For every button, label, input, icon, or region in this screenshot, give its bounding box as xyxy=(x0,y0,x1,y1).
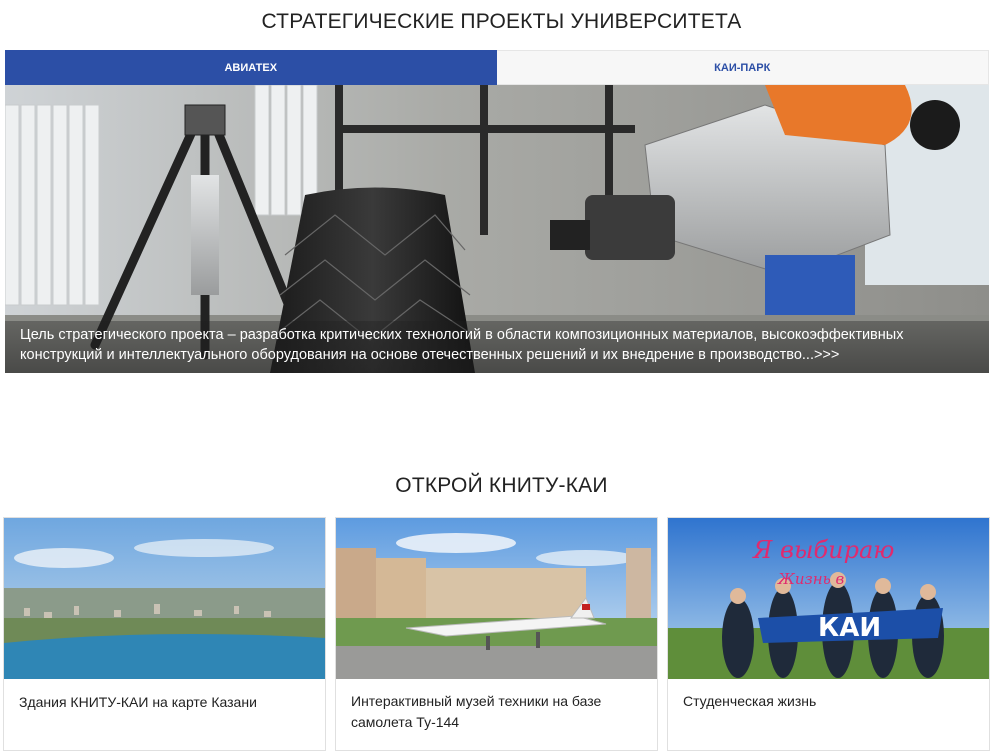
aviatech-banner[interactable]: Цель стратегического проекта – разработк… xyxy=(5,85,989,373)
kazan-aerial-image xyxy=(4,518,325,679)
banner-caption[interactable]: Цель стратегического проекта – разработк… xyxy=(5,321,989,373)
student-life-image: Я выбираю Жизнь в КАИ xyxy=(668,518,989,679)
card-campus-map[interactable]: Здания КНИТУ-КАИ на карте Казани xyxy=(3,517,326,751)
card-student-life[interactable]: Я выбираю Жизнь в КАИ Студенческая жизнь xyxy=(667,517,990,751)
kai-logo-text: КАИ xyxy=(818,613,881,643)
card-label: Здания КНИТУ-КАИ на карте Казани xyxy=(19,694,257,710)
discover-title: ОТКРОЙ КНИТУ-КАИ xyxy=(395,474,608,497)
image-slogan: Я выбираю xyxy=(752,536,894,564)
tab-kai-park[interactable]: КАИ-ПАРК xyxy=(496,50,989,85)
card-label: Интерактивный музей техники на базе само… xyxy=(351,693,602,730)
card-tu144-museum[interactable]: Интерактивный музей техники на базе само… xyxy=(335,517,658,751)
project-tabs: АВИАТЕХ КАИ-ПАРК xyxy=(5,50,989,85)
card-label: Студенческая жизнь xyxy=(683,693,817,709)
strategic-projects-title: СТРАТЕГИЧЕСКИЕ ПРОЕКТЫ УНИВЕРСИТЕТА xyxy=(261,10,742,33)
tab-aviatech[interactable]: АВИАТЕХ xyxy=(5,50,497,85)
image-slogan-2: Жизнь в xyxy=(777,570,845,588)
tu144-image xyxy=(336,518,657,679)
discover-cards: Здания КНИТУ-КАИ на карте Казани Интерак… xyxy=(3,517,1003,756)
